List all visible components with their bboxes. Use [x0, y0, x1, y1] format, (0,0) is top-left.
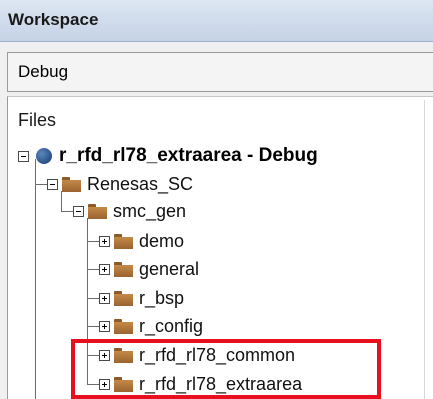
folder-icon — [114, 261, 133, 277]
tree-line — [35, 159, 36, 399]
folder-icon — [114, 318, 133, 334]
tree-line — [87, 298, 99, 299]
tree-item-r-config[interactable]: r_config — [99, 313, 203, 339]
workspace-window: Workspace Debug Files r_rfd_rl78_extraar… — [0, 0, 433, 399]
tree-item-r-bsp[interactable]: r_bsp — [99, 285, 184, 311]
project-label: r_rfd_rl78_extraarea - Debug — [59, 145, 318, 166]
folder-icon — [114, 290, 133, 306]
expand-icon[interactable] — [99, 320, 110, 332]
tree-item-demo[interactable]: demo — [99, 228, 184, 254]
tree-item-label: demo — [139, 230, 185, 251]
column-divider[interactable] — [424, 100, 425, 399]
tree-item-label: Renesas_SC — [87, 173, 194, 194]
expand-icon[interactable] — [99, 292, 110, 304]
collapse-icon[interactable] — [73, 205, 84, 217]
highlight-box — [71, 339, 381, 399]
tree-item-smc-gen[interactable]: smc_gen — [73, 198, 186, 224]
tree-item-label: general — [139, 258, 200, 279]
tree-line — [87, 326, 99, 327]
workspace-titlebar[interactable]: Workspace — [0, 0, 433, 42]
expand-icon[interactable] — [99, 235, 110, 247]
tree-item-label: r_bsp — [139, 287, 185, 308]
configuration-selected: Debug — [18, 62, 69, 81]
project-icon — [35, 147, 53, 165]
collapse-icon[interactable] — [47, 178, 58, 190]
tree-item-project[interactable]: r_rfd_rl78_extraarea - Debug — [18, 143, 318, 169]
expand-icon[interactable] — [99, 263, 110, 275]
folder-icon — [62, 176, 81, 192]
folder-icon — [114, 233, 133, 249]
tree-item-label: r_config — [139, 315, 204, 336]
tree-line — [87, 241, 99, 242]
tree-item-general[interactable]: general — [99, 256, 199, 282]
collapse-icon[interactable] — [18, 150, 29, 162]
tree-line — [61, 211, 73, 212]
tree-item-renesas-sc[interactable]: Renesas_SC — [47, 171, 193, 197]
configuration-dropdown[interactable]: Debug — [7, 52, 433, 92]
tree-line — [35, 184, 47, 185]
window-title: Workspace — [8, 10, 99, 29]
tree-item-label: smc_gen — [113, 200, 187, 221]
tree-line — [87, 269, 99, 270]
folder-icon — [88, 203, 107, 219]
files-column-header[interactable]: Files — [18, 110, 56, 131]
